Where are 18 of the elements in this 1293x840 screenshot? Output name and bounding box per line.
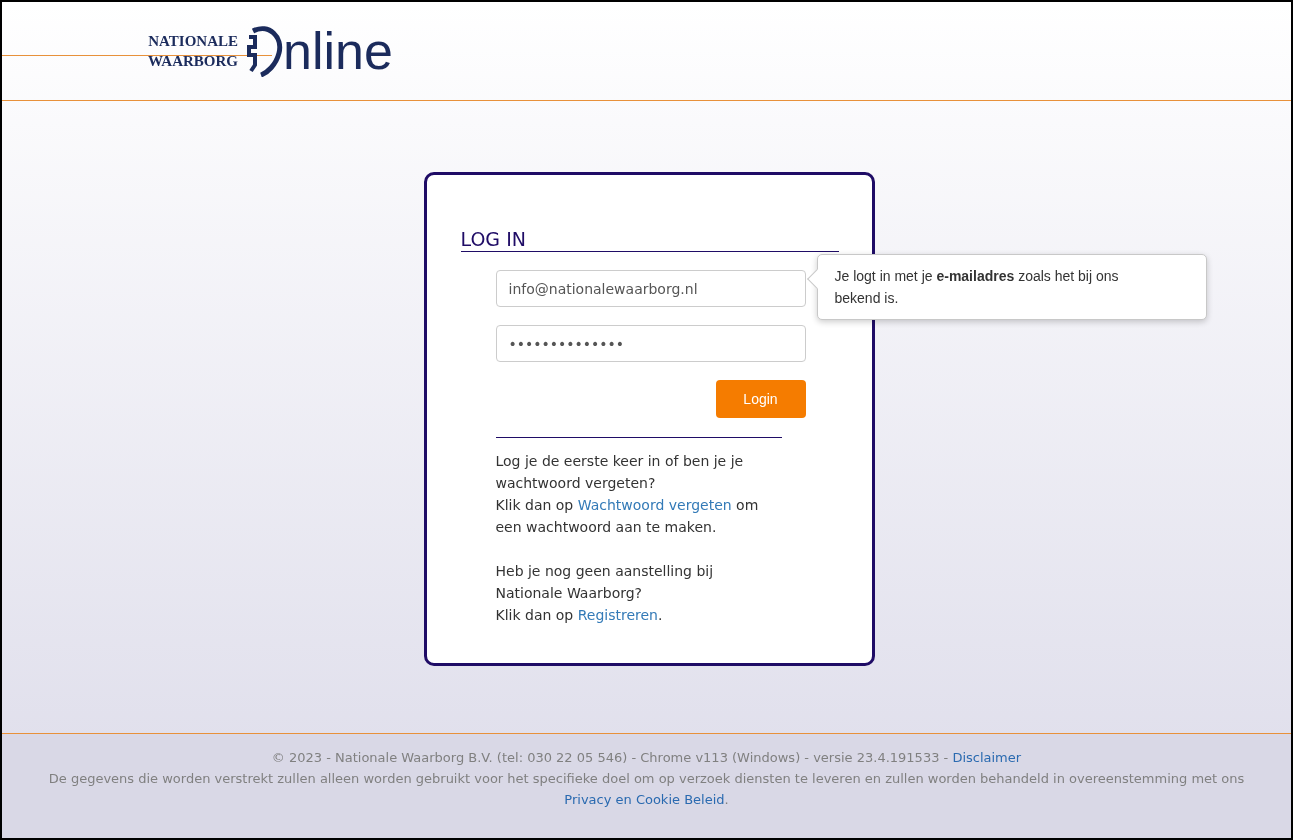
footer-text: © 2023 - Nationale Waarborg B.V. (tel: 030 22 05 546) - Chrome v113 (Windows) - versie 23.4.191533 - Disclaimer (270, 749, 1023, 767)
help-text: Klik dan op Registreren. (495, 606, 664, 625)
login-title: LOG IN (460, 227, 839, 252)
logo-text: WAARBORG (148, 52, 238, 71)
logo-text: nline (283, 25, 393, 77)
help-text: Klik dan op Wachtwoord vergeten om een wachtwoord aan te maken. (495, 496, 760, 537)
help-text: Log je de eerste keer in of ben je je wachtwoord vergeten? (495, 452, 745, 493)
footer-text: De gegevens die worden verstrekt zullen alleen worden gebruikt voor het specifieke doel om op verzoek diensten te leveren en zullen worden behandeld in overeenstemming met ons Privacy en Cookie Beleid. (47, 770, 1246, 809)
help-link[interactable]: Registreren (577, 607, 658, 623)
login-button[interactable]: Login (715, 380, 806, 418)
disclaimer-link[interactable]: Disclaimer (952, 750, 1022, 765)
password-field[interactable]: •••••••••••••• (495, 325, 806, 362)
privacy-link[interactable]: Privacy en Cookie Beleid (564, 792, 725, 807)
help-text: Heb je nog geen aanstelling bij Nationale Waarborg? (495, 562, 715, 603)
logo-text: NATIONALE (148, 32, 238, 51)
email-field[interactable]: info@nationalewaarborg.nl (495, 270, 806, 307)
help-link[interactable]: Wachtwoord vergeten (577, 497, 732, 513)
tooltip: Je logt in met je e-mailadres zoals het bij ons bekend is. (816, 254, 1207, 320)
